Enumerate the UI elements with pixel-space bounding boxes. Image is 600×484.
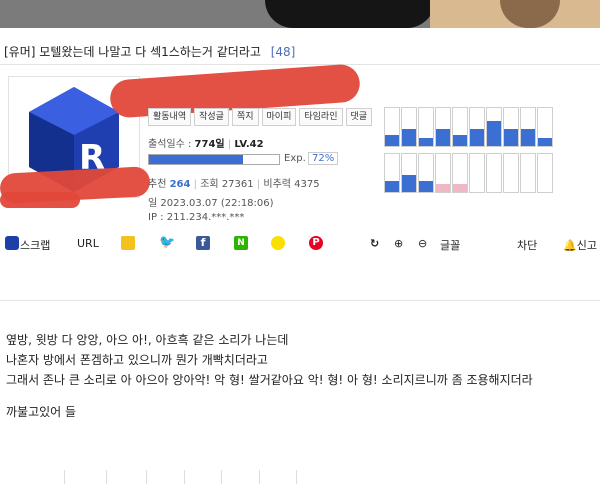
activity-bar (486, 107, 502, 147)
activity-bar (401, 153, 417, 193)
tab-mypi[interactable]: 마이피 (261, 108, 297, 126)
recommend-count: 264 (169, 179, 191, 190)
exp-label: Exp. (284, 153, 306, 164)
activity-bar (452, 153, 468, 193)
bell-icon: 🔔 (563, 239, 577, 252)
redaction-mark (0, 192, 80, 208)
profile-tabs: 활동내역 작성글 쪽지 마이피 타임라인 댓글 (148, 108, 373, 126)
divider (0, 300, 600, 301)
post-date: 일 2023.03.07 (22:18:06) (148, 198, 274, 209)
zoom-out-icon[interactable]: ⊖ (418, 237, 427, 250)
activity-bar (537, 107, 553, 147)
activity-bar (503, 153, 519, 193)
activity-bar (435, 153, 451, 193)
post-stats: 추천 264 | 조회 27361 | 비추력 4375 (148, 179, 320, 190)
activity-bar (452, 107, 468, 147)
refresh-icon[interactable]: ↻ (370, 237, 379, 250)
activity-bar (469, 107, 485, 147)
activity-bar (418, 107, 434, 147)
disrecommend-count: 4375 (294, 179, 320, 190)
activity-bar (503, 107, 519, 147)
activity-bar (384, 107, 400, 147)
activity-bar (435, 107, 451, 147)
views-count: 27361 (221, 179, 254, 190)
body-line: 그래서 존나 큰 소리로 아 아으아 앙아악! 악 형! 쌀거같아요 악! 형!… (6, 373, 533, 387)
post-title-row: [유머] 모텔왔는데 나말고 다 섹1스하는거 같더라고 [48] (0, 38, 600, 62)
twitter-icon[interactable]: 🐦 (159, 236, 175, 250)
body-line: 옆방, 윗방 다 앙앙, 아으 아!, 아흐흑 같은 소리가 나는데 (6, 333, 289, 347)
facebook-icon[interactable]: f (196, 236, 210, 250)
comment-count[interactable]: [48] (271, 45, 296, 59)
kakaotalk-icon[interactable] (271, 236, 285, 250)
activity-bar (520, 107, 536, 147)
body-line: 까불고있어 들 (6, 405, 77, 419)
body-line: 나혼자 방에서 폰겜하고 있으니까 뭔가 개빡치더라고 (6, 353, 268, 367)
attendance-stat: 출석일수 : 774일 | LV.42 (148, 139, 264, 150)
naver-band-icon[interactable]: N (234, 236, 248, 250)
tab-posts[interactable]: 작성글 (194, 108, 229, 126)
activity-bar (537, 153, 553, 193)
tab-timeline[interactable]: 타임라인 (299, 108, 343, 126)
url-button[interactable]: URL (77, 237, 99, 250)
activity-bar (401, 107, 417, 147)
activity-bar (384, 153, 400, 193)
scrap-icon[interactable] (5, 236, 19, 250)
scrap-button[interactable]: 스크랩 (20, 237, 50, 253)
post-title: 모텔왔는데 나말고 다 섹1스하는거 같더라고 (39, 45, 261, 59)
kakaostory-icon[interactable] (121, 236, 135, 250)
zoom-in-icon[interactable]: ⊕ (394, 237, 403, 250)
post-toolbar: 스크랩 URL 🐦 f N P ↻ ⊕ ⊖ 글꼴 차단 🔔신고 (0, 233, 600, 484)
post-body: 옆방, 윗방 다 앙앙, 아으 아!, 아흐흑 같은 소리가 나는데 나혼자 방… (6, 330, 533, 422)
divider (0, 64, 600, 65)
activity-chart (384, 107, 556, 193)
tab-comments[interactable]: 댓글 (345, 108, 373, 126)
exp-percent: 72% (308, 152, 339, 165)
tab-activity[interactable]: 활동내역 (148, 108, 192, 126)
level-badge: LV.42 (234, 139, 264, 150)
top-photo-strip (0, 0, 600, 28)
activity-bar (418, 153, 434, 193)
report-button[interactable]: 🔔신고 (563, 237, 597, 253)
post-ip: IP : 211.234.***.*** (148, 212, 245, 223)
font-button[interactable]: 글꼴 (440, 237, 460, 253)
block-button[interactable]: 차단 (517, 237, 537, 253)
activity-bar (486, 153, 502, 193)
activity-bar (469, 153, 485, 193)
post-category-tag[interactable]: [유머] (4, 45, 35, 59)
pinterest-icon[interactable]: P (309, 236, 323, 250)
exp-progress-bar (148, 154, 280, 165)
tab-message[interactable]: 쪽지 (231, 108, 259, 126)
activity-bar (520, 153, 536, 193)
